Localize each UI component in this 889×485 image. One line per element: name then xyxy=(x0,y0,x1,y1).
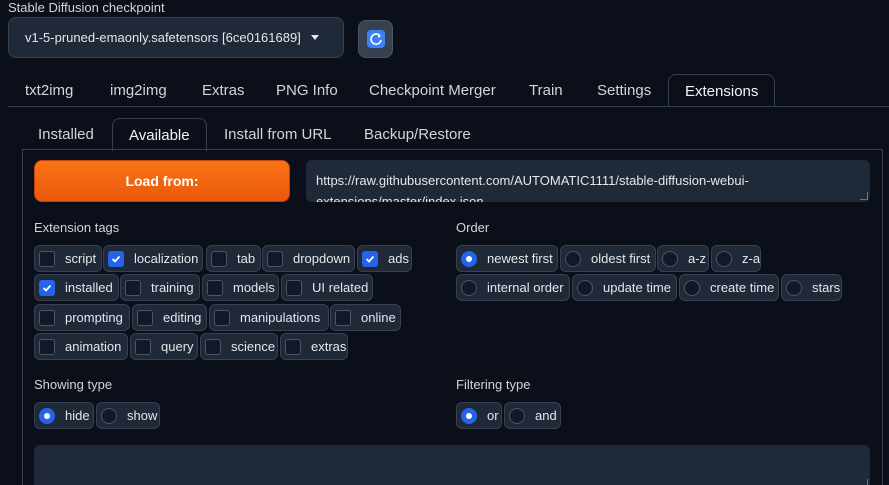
refresh-checkpoint-button[interactable] xyxy=(358,20,393,58)
showing-show[interactable]: show xyxy=(96,402,160,429)
checkbox[interactable] xyxy=(214,309,230,326)
radio-selected[interactable] xyxy=(39,407,55,424)
order-internal-order[interactable]: internal order xyxy=(456,274,570,301)
extension-tags-label: Extension tags xyxy=(34,220,120,235)
tab-installed[interactable]: Installed xyxy=(38,118,94,150)
tab-checkpoint-merger[interactable]: Checkpoint Merger xyxy=(369,74,496,106)
tab-divider xyxy=(8,106,889,107)
order-create-time[interactable]: create time xyxy=(679,274,779,301)
order-stars[interactable]: stars xyxy=(781,274,842,301)
tab-extras[interactable]: Extras xyxy=(202,74,245,106)
filtering-type-label: Filtering type xyxy=(456,377,531,392)
tag-ui-related[interactable]: UI related xyxy=(281,274,373,301)
radio[interactable] xyxy=(716,250,732,267)
order-label: Order xyxy=(456,220,490,235)
checkbox[interactable] xyxy=(205,338,221,355)
checkbox-checked[interactable] xyxy=(362,250,378,267)
refresh-icon xyxy=(366,30,385,48)
filtering-or[interactable]: or xyxy=(456,402,502,429)
order-newest-first[interactable]: newest first xyxy=(456,245,558,272)
tab-img2img[interactable]: img2img xyxy=(110,74,167,106)
radio[interactable] xyxy=(565,250,581,267)
main-tabs: txt2img img2img Extras PNG Info Checkpoi… xyxy=(8,74,889,107)
checkpoint-dropdown[interactable]: v1-5-pruned-emaonly.safetensors [6ce0161… xyxy=(8,17,344,58)
checkpoint-value: v1-5-pruned-emaonly.safetensors [6ce0161… xyxy=(25,30,301,45)
checkbox[interactable] xyxy=(39,250,55,267)
tab-extensions[interactable]: Extensions xyxy=(668,74,776,107)
tab-backup-restore[interactable]: Backup/Restore xyxy=(364,118,471,150)
tag-query[interactable]: query xyxy=(130,333,198,360)
radio-selected[interactable] xyxy=(461,407,477,424)
tag-online[interactable]: online xyxy=(330,304,401,331)
radio-selected[interactable] xyxy=(461,250,477,267)
tab-png-info[interactable]: PNG Info xyxy=(276,74,338,106)
tab-train[interactable]: Train xyxy=(529,74,563,106)
checkbox[interactable] xyxy=(39,309,55,326)
tag-manipulations[interactable]: manipulations xyxy=(209,304,329,331)
checkpoint-label: Stable Diffusion checkpoint xyxy=(8,0,165,15)
tab-settings[interactable]: Settings xyxy=(597,74,651,106)
extension-search-textarea[interactable] xyxy=(34,445,870,485)
index-url-input[interactable]: https://raw.githubusercontent.com/AUTOMA… xyxy=(306,160,870,202)
order-oldest-first[interactable]: oldest first xyxy=(560,245,656,272)
order-update-time[interactable]: update time xyxy=(572,274,677,301)
order-a-z[interactable]: a-z xyxy=(657,245,709,272)
checkbox[interactable] xyxy=(135,338,151,355)
check-icon xyxy=(42,284,52,292)
tag-science[interactable]: science xyxy=(200,333,278,360)
radio[interactable] xyxy=(101,407,117,424)
resize-grip-icon[interactable] xyxy=(860,479,868,485)
radio[interactable] xyxy=(577,279,593,296)
checkbox[interactable] xyxy=(207,279,223,296)
check-icon xyxy=(111,255,121,263)
tag-tab[interactable]: tab xyxy=(206,245,261,272)
tag-installed[interactable]: installed xyxy=(34,274,119,301)
checkbox[interactable] xyxy=(335,309,351,326)
radio[interactable] xyxy=(662,250,678,267)
tag-localization[interactable]: localization xyxy=(103,245,203,272)
extension-sub-tabs: Installed Available Install from URL Bac… xyxy=(22,118,889,151)
showing-type-label: Showing type xyxy=(34,377,113,392)
radio[interactable] xyxy=(509,407,525,424)
tag-models[interactable]: models xyxy=(202,274,279,301)
index-url-value: https://raw.githubusercontent.com/AUTOMA… xyxy=(316,173,749,202)
tab-install-from-url[interactable]: Install from URL xyxy=(224,118,332,150)
checkbox[interactable] xyxy=(211,250,227,267)
order-z-a[interactable]: z-a xyxy=(711,245,761,272)
tag-ads[interactable]: ads xyxy=(357,245,412,272)
chevron-down-icon xyxy=(310,35,319,40)
checkbox[interactable] xyxy=(39,338,55,355)
filtering-and[interactable]: and xyxy=(504,402,561,429)
checkbox[interactable] xyxy=(137,309,153,326)
tab-txt2img[interactable]: txt2img xyxy=(25,74,73,106)
showing-hide[interactable]: hide xyxy=(34,402,94,429)
radio[interactable] xyxy=(461,279,477,296)
tag-editing[interactable]: editing xyxy=(132,304,207,331)
checkbox-checked[interactable] xyxy=(39,279,55,296)
tag-script[interactable]: script xyxy=(34,245,102,272)
tag-prompting[interactable]: prompting xyxy=(34,304,130,331)
checkbox[interactable] xyxy=(267,250,283,267)
radio[interactable] xyxy=(684,279,700,296)
tag-animation[interactable]: animation xyxy=(34,333,128,360)
tab-available[interactable]: Available xyxy=(112,118,207,151)
checkbox[interactable] xyxy=(285,338,301,355)
tag-training[interactable]: training xyxy=(120,274,200,301)
load-from-button[interactable]: Load from: xyxy=(34,160,290,202)
radio[interactable] xyxy=(786,279,802,296)
checkbox-checked[interactable] xyxy=(108,250,124,267)
checkbox[interactable] xyxy=(286,279,302,296)
resize-grip-icon[interactable] xyxy=(860,192,868,200)
check-icon xyxy=(365,255,375,263)
tag-dropdown[interactable]: dropdown xyxy=(262,245,355,272)
checkbox[interactable] xyxy=(125,279,141,296)
tag-extras[interactable]: extras xyxy=(280,333,348,360)
